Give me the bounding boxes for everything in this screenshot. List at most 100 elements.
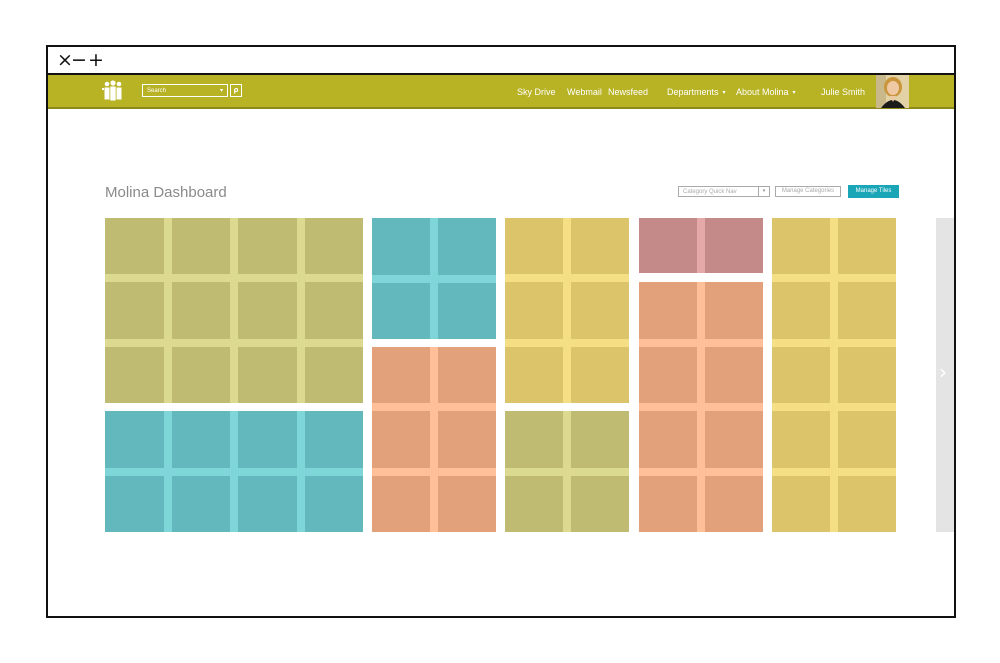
nav-link-sky-drive[interactable]: Sky Drive [517, 75, 556, 109]
tile[interactable] [838, 346, 896, 404]
tile[interactable] [705, 282, 763, 339]
tile[interactable] [505, 411, 563, 468]
tile[interactable] [105, 475, 164, 532]
tile[interactable] [639, 218, 697, 273]
nav-link-label: Webmail [567, 87, 602, 97]
search-icon[interactable]: ρ [230, 84, 242, 97]
nav-link-label: Sky Drive [517, 87, 556, 97]
tile[interactable] [705, 218, 763, 273]
search-input[interactable]: Search ▾ [142, 84, 228, 97]
tile[interactable] [705, 475, 763, 532]
nav-link-about-molina[interactable]: About Molina ▾ [736, 75, 796, 109]
tile-group-teal-grid-wide[interactable] [105, 411, 363, 532]
tile[interactable] [505, 346, 563, 403]
manage-categories-button[interactable]: Manage Categories [775, 186, 841, 197]
tile[interactable] [705, 411, 763, 468]
nav-link-newsfeed[interactable]: Newsfeed [608, 75, 648, 109]
nav-link-webmail[interactable]: Webmail [567, 75, 602, 109]
tile[interactable] [171, 346, 230, 403]
nav-link-label: Newsfeed [608, 87, 649, 97]
tile[interactable] [238, 411, 297, 468]
tile-group-yellow-grid-col5[interactable] [772, 218, 896, 532]
tile[interactable] [571, 475, 629, 532]
tile[interactable] [505, 282, 563, 339]
tile[interactable] [171, 411, 230, 468]
category-quick-nav-label: Category Quick Nav [683, 189, 737, 195]
tile[interactable] [372, 411, 430, 468]
tile-group-rose-grid[interactable] [639, 218, 763, 273]
tile[interactable] [238, 282, 297, 339]
chevron-down-icon: ▾ [792, 89, 796, 96]
tile[interactable] [438, 218, 496, 275]
tile[interactable] [238, 346, 297, 403]
tile[interactable] [304, 218, 363, 275]
tile[interactable] [639, 475, 697, 532]
top-navbar: Search ▾ ρ Sky Drive Webmail Newsfeed De… [48, 75, 954, 109]
tile[interactable] [438, 475, 496, 532]
tile[interactable] [304, 282, 363, 339]
tile[interactable] [105, 282, 164, 339]
category-quick-nav-select[interactable]: Category Quick Nav ▾ [678, 186, 770, 197]
tile[interactable] [772, 282, 830, 339]
tile[interactable] [372, 475, 430, 532]
chevron-down-icon: ▾ [722, 89, 726, 96]
tile[interactable] [105, 346, 164, 403]
tile[interactable] [772, 411, 830, 468]
tile-group-olive-grid[interactable] [105, 218, 363, 403]
maximize-icon[interactable]: + [88, 49, 104, 71]
tile-group-olive-grid-col3[interactable] [505, 411, 629, 532]
tile-group-teal-grid-small[interactable] [372, 218, 496, 339]
tile[interactable] [571, 218, 629, 275]
chevron-down-icon[interactable]: ▾ [220, 85, 223, 96]
people-logo-icon[interactable] [102, 80, 124, 102]
tile[interactable] [438, 347, 496, 404]
browser-window: × − + Search ▾ ρ Sky Drive Webmail Newsf… [46, 45, 956, 618]
tile-group-orange-grid-col4[interactable] [639, 282, 763, 532]
tile[interactable] [105, 218, 164, 275]
tile[interactable] [505, 218, 563, 275]
tile[interactable] [571, 346, 629, 403]
tile[interactable] [105, 411, 164, 468]
tile[interactable] [838, 218, 896, 275]
tile[interactable] [838, 475, 896, 532]
tile[interactable] [238, 218, 297, 275]
tile[interactable] [838, 282, 896, 339]
tile[interactable] [639, 282, 697, 339]
tile[interactable] [772, 475, 830, 532]
tile[interactable] [171, 282, 230, 339]
tile[interactable] [639, 411, 697, 468]
tile[interactable] [171, 475, 230, 532]
user-avatar-photo[interactable] [876, 75, 909, 108]
nav-link-label: Departments [667, 87, 719, 97]
tile[interactable] [238, 475, 297, 532]
tile-group-orange-grid-col2[interactable] [372, 347, 496, 532]
tile[interactable] [571, 411, 629, 468]
tile[interactable] [571, 282, 629, 339]
user-name[interactable]: Julie Smith [821, 87, 865, 97]
tile[interactable] [705, 346, 763, 403]
chevron-down-icon[interactable]: ▾ [758, 187, 769, 196]
tile[interactable] [372, 347, 430, 404]
tile[interactable] [304, 346, 363, 403]
nav-link-departments[interactable]: Departments ▾ [667, 75, 726, 109]
tile[interactable] [438, 282, 496, 339]
tile[interactable] [772, 218, 830, 275]
manage-tiles-button[interactable]: Manage Tiles [848, 185, 899, 198]
chevron-right-icon[interactable]: › [939, 360, 947, 384]
minimize-icon[interactable]: − [71, 49, 87, 71]
tile[interactable] [772, 346, 830, 404]
window-titlebar: × − + [48, 47, 954, 75]
tile-group-yellow-grid-col3[interactable] [505, 218, 629, 403]
search-placeholder: Search [147, 88, 167, 94]
tile[interactable] [838, 411, 896, 468]
tile[interactable] [304, 475, 363, 532]
tile[interactable] [304, 411, 363, 468]
tile[interactable] [372, 218, 430, 275]
tile[interactable] [171, 218, 230, 275]
tile[interactable] [372, 282, 430, 339]
tile[interactable] [438, 411, 496, 468]
tile[interactable] [639, 346, 697, 403]
tile[interactable] [505, 475, 563, 532]
next-page-panel[interactable]: › [936, 218, 954, 532]
nav-link-label: About Molina [736, 87, 789, 97]
